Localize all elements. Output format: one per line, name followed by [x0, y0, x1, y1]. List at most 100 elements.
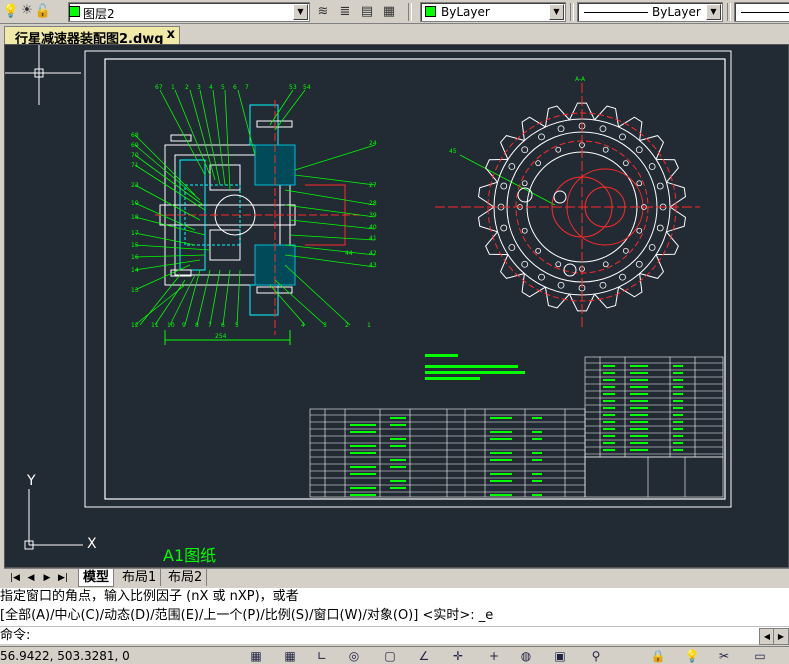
label-bottom-7: 6 — [221, 322, 225, 329]
table-cell-mark — [532, 494, 542, 496]
label-top-6: 5 — [221, 84, 225, 91]
otrack-icon[interactable]: ∠ — [416, 648, 432, 664]
label-left-1: 68 — [131, 132, 139, 139]
label-top-2: 1 — [171, 84, 175, 91]
gear-tooth — [594, 105, 620, 128]
table-cell-mark — [532, 473, 542, 475]
command-line[interactable]: 命令: ◀ ▶ — [0, 626, 789, 645]
chevron-down-icon[interactable]: ▼ — [549, 4, 564, 20]
label-bottom-1: 12 — [131, 322, 139, 329]
table-cell-mark — [673, 428, 683, 430]
linetype-dropdown[interactable]: ByLayer ▼ — [577, 2, 723, 22]
inner-hole — [636, 180, 643, 187]
linetype-value: ByLayer — [652, 5, 701, 19]
label-right-7: 42 — [369, 250, 377, 257]
gear-tooth — [485, 231, 508, 256]
label-bottom-11: 2 — [345, 322, 349, 329]
first-tab-icon[interactable]: |◀ — [8, 571, 22, 585]
table-cell-mark — [673, 379, 683, 381]
label-right-2: 27 — [369, 182, 377, 189]
table-cell-mark — [390, 480, 406, 482]
bolt-hole — [557, 125, 565, 133]
label-right-4: 39 — [369, 212, 377, 219]
label-left-8: 17 — [131, 230, 139, 237]
paper-size-label: A1图纸 — [163, 546, 216, 565]
lwt-icon[interactable]: ◍ — [518, 648, 534, 664]
table-cell-mark — [630, 407, 648, 409]
chevron-down-icon[interactable]: ▼ — [293, 4, 308, 20]
inner-hole — [636, 227, 643, 234]
status-bar: 56.9422, 503.3281, 0 ▦ ▦ ∟ ◎ ▢ ∠ ✛ + ◍ ▣… — [0, 646, 789, 664]
table-cell-mark — [350, 494, 376, 496]
dyn-icon[interactable]: + — [486, 648, 502, 664]
table-cell-mark — [350, 424, 376, 426]
label-top-3: 2 — [185, 84, 189, 91]
bolt-hole — [656, 224, 664, 232]
lineweight-dropdown[interactable] — [734, 2, 789, 22]
chevron-down-icon[interactable]: ▼ — [706, 4, 721, 20]
scroll-right-icon[interactable]: ▶ — [773, 628, 789, 645]
osnap-icon[interactable]: ▢ — [382, 648, 398, 664]
lock-icon[interactable]: 🔒 — [650, 648, 666, 664]
bolt-hole — [508, 163, 516, 170]
table-cell-mark — [603, 365, 615, 367]
section-view — [155, 100, 360, 345]
gear-view — [435, 83, 700, 330]
annotation-icon[interactable]: ⚲ — [588, 648, 604, 664]
label-left-9: 15 — [131, 242, 139, 249]
table-cell-mark — [350, 452, 376, 454]
table-cell-mark — [630, 365, 648, 367]
label-right-9: 44 — [345, 250, 353, 257]
table-cell-mark — [390, 459, 406, 461]
tab-layout2[interactable]: 布局2 — [164, 569, 208, 586]
bolt-hole — [508, 244, 516, 251]
document-tab[interactable]: 行星减速器装配图2.dwg x — [4, 26, 180, 47]
next-tab-icon[interactable]: ▶ — [40, 571, 54, 585]
inner-hole — [535, 160, 542, 167]
layer-previous-icon[interactable]: ≣ — [336, 3, 354, 21]
label-right-8: 43 — [369, 262, 377, 269]
table-cell-mark — [490, 473, 512, 475]
ducs-icon[interactable]: ✛ — [450, 648, 466, 664]
ortho-icon[interactable]: ∟ — [314, 648, 330, 664]
bolt-hole — [648, 163, 656, 170]
bolt-hole — [599, 281, 607, 289]
grid-icon[interactable]: ▦ — [282, 648, 298, 664]
label-top-9: 53 — [289, 84, 297, 91]
table-cell-mark — [673, 449, 683, 451]
table-cell-mark — [630, 400, 648, 402]
section-label: A-A — [575, 76, 586, 83]
snap-icon[interactable]: ▦ — [248, 648, 264, 664]
layer-manager-icon[interactable]: ≋ — [314, 3, 332, 21]
inner-hole — [535, 247, 542, 254]
polar-icon[interactable]: ◎ — [346, 648, 362, 664]
isolate-icon[interactable]: ✂ — [716, 648, 732, 664]
table-cell-mark — [673, 400, 683, 402]
prev-tab-icon[interactable]: ◀ — [24, 571, 38, 585]
table-cell-mark — [490, 480, 512, 482]
last-tab-icon[interactable]: ▶| — [56, 571, 70, 585]
table-cell-mark — [390, 424, 406, 426]
layer-dropdown[interactable]: 图层2 ▼ — [68, 2, 310, 22]
ucs-y-label: Y — [26, 473, 36, 489]
color-value: ByLayer — [441, 5, 490, 19]
drawing-canvas[interactable]: 67 1 2 3 4 5 6 7 53 54 68 69 70 71 23 19… — [4, 44, 789, 568]
color-dropdown[interactable]: ByLayer ▼ — [420, 2, 566, 22]
table-cell-mark — [603, 435, 615, 437]
light-bulb-icon[interactable]: 💡 — [684, 648, 700, 664]
table-cell-mark — [490, 417, 512, 419]
layer-states-icon[interactable]: ▤ — [358, 3, 376, 21]
table-cell-mark — [603, 449, 615, 451]
unlock-icon[interactable]: 🔓 — [34, 3, 52, 21]
gear-tooth — [656, 231, 679, 256]
tab-layout1[interactable]: 布局1 — [118, 569, 162, 586]
toolbar-separator — [570, 3, 574, 21]
layer-match-icon[interactable]: ▦ — [380, 3, 398, 21]
label-bottom-3: 10 — [167, 322, 175, 329]
clean-screen-icon[interactable]: ▭ — [752, 648, 768, 664]
close-icon[interactable]: x — [167, 27, 175, 42]
table-cell-mark — [673, 442, 683, 444]
bolt-hole — [635, 260, 643, 268]
model-space-icon[interactable]: ▣ — [552, 648, 568, 664]
tab-model[interactable]: 模型 — [78, 569, 115, 587]
